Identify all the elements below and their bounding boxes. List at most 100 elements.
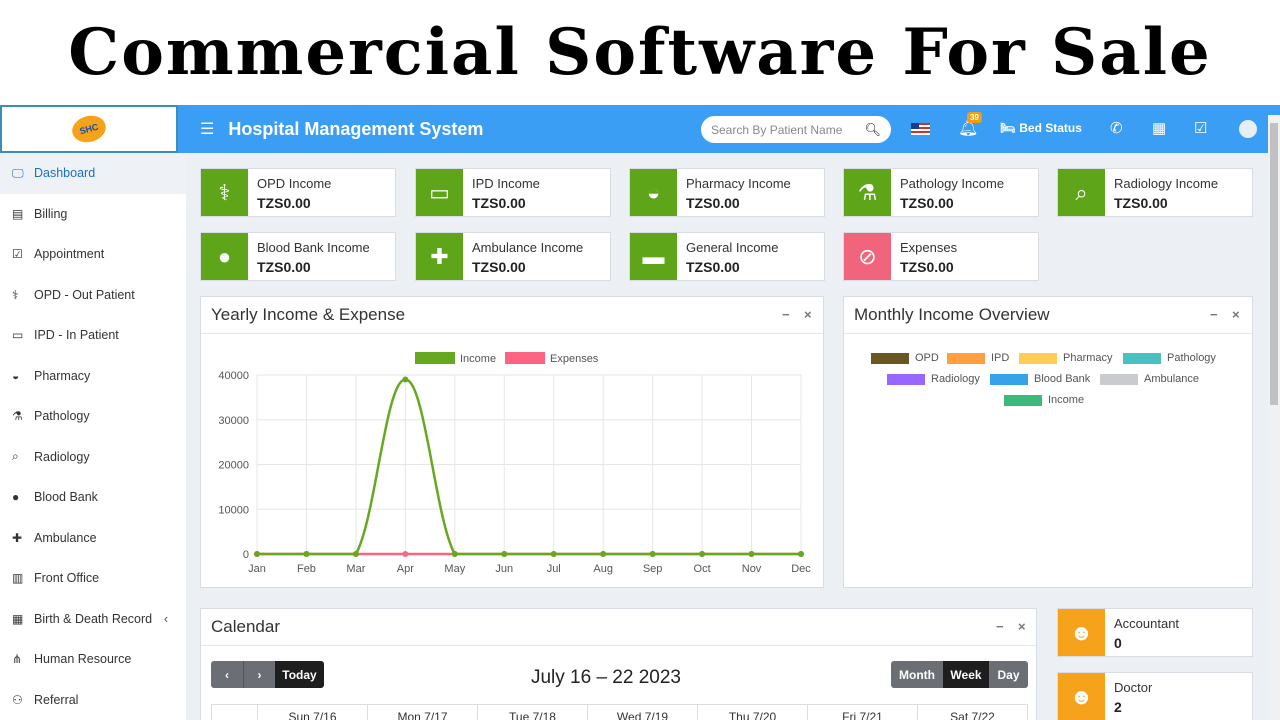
calendar-today-button[interactable]: Today — [275, 661, 324, 688]
collapse-icon[interactable]: − — [996, 619, 1004, 634]
search-icon[interactable]: 🔍︎ — [864, 122, 881, 138]
scrollbar-thumb[interactable] — [1270, 123, 1278, 405]
legend-item[interactable]: Income — [1004, 394, 1084, 406]
language-flag-icon[interactable] — [911, 123, 930, 135]
x-tick-label: Jun — [495, 563, 513, 575]
close-icon[interactable]: × — [1232, 307, 1240, 322]
sidebar-item-front-office[interactable]: ▥ Front Office — [0, 558, 186, 599]
staff-card-doctor[interactable]: ☻ Doctor 2 — [1057, 672, 1253, 720]
chevron-left-icon[interactable]: ‹ — [164, 612, 168, 626]
sidebar-item-radiology[interactable]: ⌕ Radiology — [0, 437, 186, 478]
view-month-button[interactable]: Month — [891, 661, 943, 688]
sidebar-item-billing[interactable]: ▤ Billing — [0, 194, 186, 235]
legend-label: Income — [1048, 394, 1085, 406]
user-secret-icon: ☻ — [1058, 609, 1105, 656]
collapse-icon[interactable]: − — [1210, 307, 1218, 322]
income-card-ambulance-income[interactable]: ✚ Ambulance Income TZS0.00 — [415, 232, 611, 281]
card-value: TZS0.00 — [257, 259, 311, 275]
calendar-prev-button[interactable]: ‹ — [211, 661, 243, 688]
file-icon: ▤ — [12, 206, 24, 221]
legend-swatch — [990, 373, 1028, 385]
legend-label: Pathology — [1167, 352, 1216, 364]
close-icon[interactable]: × — [1018, 619, 1026, 634]
sidebar-item-label: Pharmacy — [34, 368, 91, 383]
card-label: Doctor — [1114, 680, 1153, 695]
legend-label: Expenses — [550, 353, 599, 365]
legend-swatch — [1004, 394, 1042, 406]
close-icon[interactable]: × — [804, 307, 812, 322]
x-tick-label: May — [444, 563, 465, 575]
legend-swatch — [1123, 352, 1161, 364]
legend-item[interactable]: Pathology — [1123, 352, 1216, 364]
stethoscope-icon: ⚕ — [12, 287, 19, 302]
sidebar-item-human-resource[interactable]: ⋔ Human Resource — [0, 639, 186, 680]
task-check-icon[interactable]: ☑ — [1194, 119, 1207, 137]
data-point-income — [254, 551, 260, 557]
data-point-expenses — [402, 551, 409, 557]
sidebar-item-ipd-in-patient[interactable]: ▭ IPD - In Patient — [0, 315, 186, 356]
income-card-blood-bank-income[interactable]: ● Blood Bank Income TZS0.00 — [200, 232, 396, 281]
data-point-income — [550, 551, 557, 557]
legend-item[interactable]: OPD — [871, 352, 939, 364]
mortar-pestle-icon: ◒ — [630, 169, 677, 216]
calendar-icon[interactable]: ▦ — [1152, 119, 1166, 137]
legend-item[interactable]: Pharmacy — [1019, 352, 1113, 364]
income-card-opd-income[interactable]: ⚕ OPD Income TZS0.00 — [200, 168, 396, 217]
sidebar-item-appointment[interactable]: ☑ Appointment — [0, 234, 186, 275]
bed-status-button[interactable]: 🛏︎ Bed Status — [1000, 121, 1082, 135]
legend-swatch — [505, 352, 545, 364]
mortar-pestle-icon: ◒ — [12, 368, 20, 383]
income-card-general-income[interactable]: ▬ General Income TZS0.00 — [629, 232, 825, 281]
sidebar-item-referral[interactable]: ⚇ Referral — [0, 680, 186, 720]
sidebar-item-blood-bank[interactable]: ● Blood Bank — [0, 477, 186, 518]
income-card-pathology-income[interactable]: ⚗ Pathology Income TZS0.00 — [843, 168, 1039, 217]
staff-card-accountant[interactable]: ☻ Accountant 0 — [1057, 608, 1253, 657]
ambulance-icon: ✚ — [12, 530, 23, 545]
menu-toggle-icon[interactable]: ☰ — [200, 119, 214, 139]
sidebar-item-opd-out-patient[interactable]: ⚕ OPD - Out Patient — [0, 275, 186, 316]
collapse-icon[interactable]: − — [782, 307, 790, 322]
sidebar-item-birth-death-record[interactable]: ▦ Birth & Death Record ‹ — [0, 599, 186, 640]
app-title: Hospital Management System — [228, 118, 484, 139]
data-point-income — [352, 551, 359, 557]
income-card-ipd-income[interactable]: ▭ IPD Income TZS0.00 — [415, 168, 611, 217]
card-value: 2 — [1114, 699, 1122, 715]
app-logo[interactable]: SHC — [0, 105, 178, 153]
legend-item[interactable]: Blood Bank — [990, 373, 1090, 385]
card-value: TZS0.00 — [686, 195, 740, 211]
income-card-radiology-income[interactable]: ⌕ Radiology Income TZS0.00 — [1057, 168, 1253, 217]
calendar-panel: Calendar − × ‹ › Today July 16 – 22 2023… — [200, 608, 1037, 720]
logo-badge: SHC — [69, 112, 109, 146]
calendar-day-cell: Tue 7/18 — [478, 705, 588, 720]
card-value: TZS0.00 — [686, 259, 740, 275]
sidebar-item-pathology[interactable]: ⚗ Pathology — [0, 396, 186, 437]
view-day-button[interactable]: Day — [989, 661, 1028, 688]
user-avatar[interactable] — [1239, 120, 1257, 138]
legend-item[interactable]: IPD — [947, 352, 1009, 364]
legend-swatch — [947, 352, 985, 364]
card-value: 0 — [1114, 635, 1122, 651]
view-week-button[interactable]: Week — [943, 661, 989, 688]
legend-swatch — [871, 352, 909, 364]
legend-item[interactable]: Radiology — [887, 373, 980, 385]
bed-icon: ▭ — [12, 328, 24, 343]
card-label: Expenses — [900, 240, 958, 255]
calendar-next-button[interactable]: › — [243, 661, 275, 688]
income-card-expenses[interactable]: ⊘ Expenses TZS0.00 — [843, 232, 1039, 281]
panel-title: Calendar — [201, 609, 1036, 646]
bed-status-label: Bed Status — [1019, 121, 1082, 135]
income-card-pharmacy-income[interactable]: ◒ Pharmacy Income TZS0.00 — [629, 168, 825, 217]
sidebar-item-ambulance[interactable]: ✚ Ambulance — [0, 518, 186, 559]
search-input[interactable] — [711, 122, 861, 137]
x-tick-label: Feb — [297, 563, 316, 575]
x-tick-label: Jan — [248, 563, 266, 575]
legend-item[interactable]: Ambulance — [1100, 373, 1199, 385]
sidebar-item-dashboard[interactable]: 🖵︎ Dashboard — [0, 153, 186, 194]
card-label: IPD Income — [472, 176, 540, 191]
legend-label: Radiology — [931, 373, 980, 385]
sidebar-item-label: Dashboard — [34, 166, 96, 181]
whatsapp-icon[interactable]: ✆ — [1110, 119, 1123, 137]
card-label: OPD Income — [257, 176, 332, 191]
notification-bell-icon[interactable]: 🔔︎ 39 — [958, 112, 982, 138]
sidebar-item-pharmacy[interactable]: ◒ Pharmacy — [0, 356, 186, 397]
